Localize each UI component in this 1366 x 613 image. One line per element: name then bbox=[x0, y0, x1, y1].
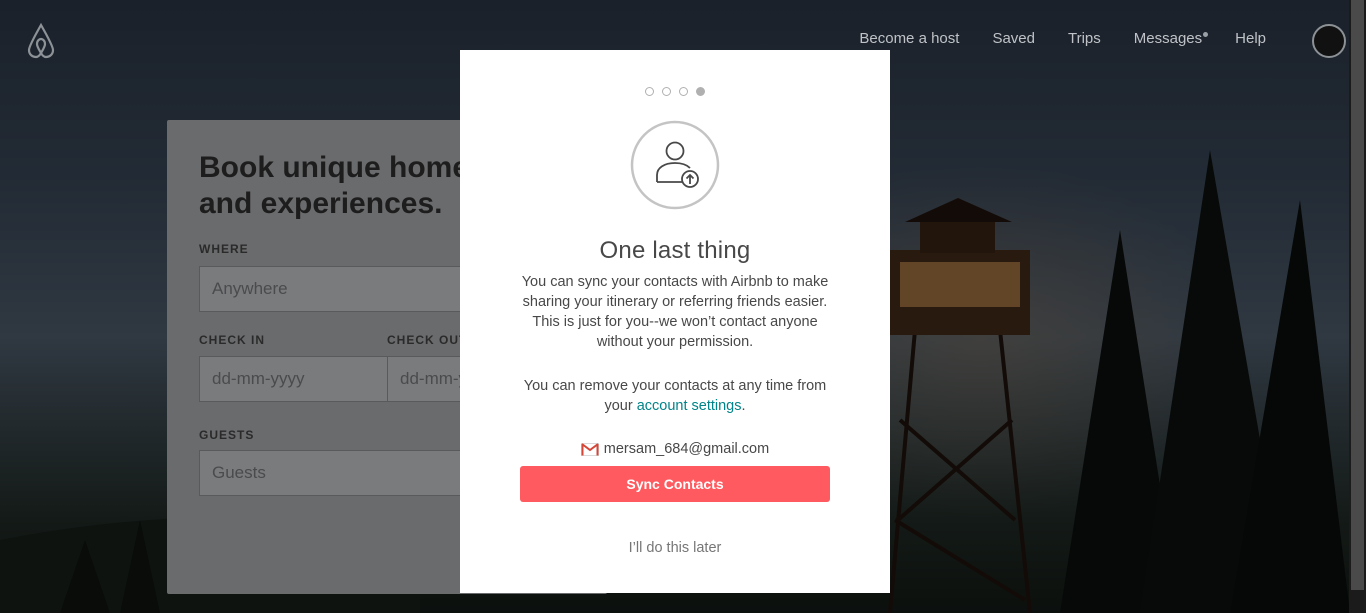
search-card-title: Book unique homes and experiences. bbox=[199, 151, 486, 220]
guests-label: GUESTS bbox=[199, 428, 255, 442]
top-nav: Become a host Saved Trips Messages Help bbox=[826, 30, 1266, 47]
step-dot-2[interactable] bbox=[662, 87, 671, 96]
contact-upload-icon bbox=[630, 120, 720, 210]
nav-trips[interactable]: Trips bbox=[1068, 30, 1101, 47]
nav-messages[interactable]: Messages bbox=[1133, 30, 1209, 47]
airbnb-logo-icon[interactable] bbox=[24, 22, 58, 60]
nav-saved[interactable]: Saved bbox=[992, 30, 1035, 47]
account-settings-link[interactable]: account settings bbox=[637, 398, 742, 414]
email-row: mersam_684@gmail.com bbox=[460, 441, 890, 457]
scrollbar-thumb[interactable] bbox=[1351, 0, 1364, 590]
avatar-icon[interactable] bbox=[1312, 24, 1346, 58]
do-this-later-link[interactable]: I’ll do this later bbox=[460, 540, 890, 556]
check-in-input[interactable]: dd-mm-yyyy bbox=[199, 356, 389, 402]
sync-contacts-button[interactable]: Sync Contacts bbox=[520, 466, 830, 502]
nav-help[interactable]: Help bbox=[1235, 30, 1266, 47]
modal-remove-info: You can remove your contacts at any time… bbox=[515, 376, 835, 416]
unread-dot-icon bbox=[1203, 32, 1209, 37]
modal-title: One last thing bbox=[599, 237, 751, 264]
page-scrollbar[interactable] bbox=[1349, 0, 1366, 613]
nav-messages-label: Messages bbox=[1133, 30, 1203, 47]
step-indicator bbox=[460, 87, 890, 96]
where-label: WHERE bbox=[199, 242, 249, 256]
modal-remove-info-end: . bbox=[741, 398, 746, 414]
step-dot-3[interactable] bbox=[679, 87, 688, 96]
check-out-label: CHECK OUT bbox=[387, 333, 468, 347]
nav-become-a-host[interactable]: Become a host bbox=[859, 30, 959, 47]
email-address: mersam_684@gmail.com bbox=[603, 441, 770, 457]
sync-contacts-modal: One last thing You can sync your contact… bbox=[460, 50, 890, 593]
modal-description: You can sync your contacts with Airbnb t… bbox=[521, 274, 829, 350]
step-dot-1[interactable] bbox=[645, 87, 654, 96]
gmail-icon bbox=[580, 442, 599, 456]
check-in-label: CHECK IN bbox=[199, 333, 266, 347]
step-dot-4[interactable] bbox=[696, 87, 705, 96]
